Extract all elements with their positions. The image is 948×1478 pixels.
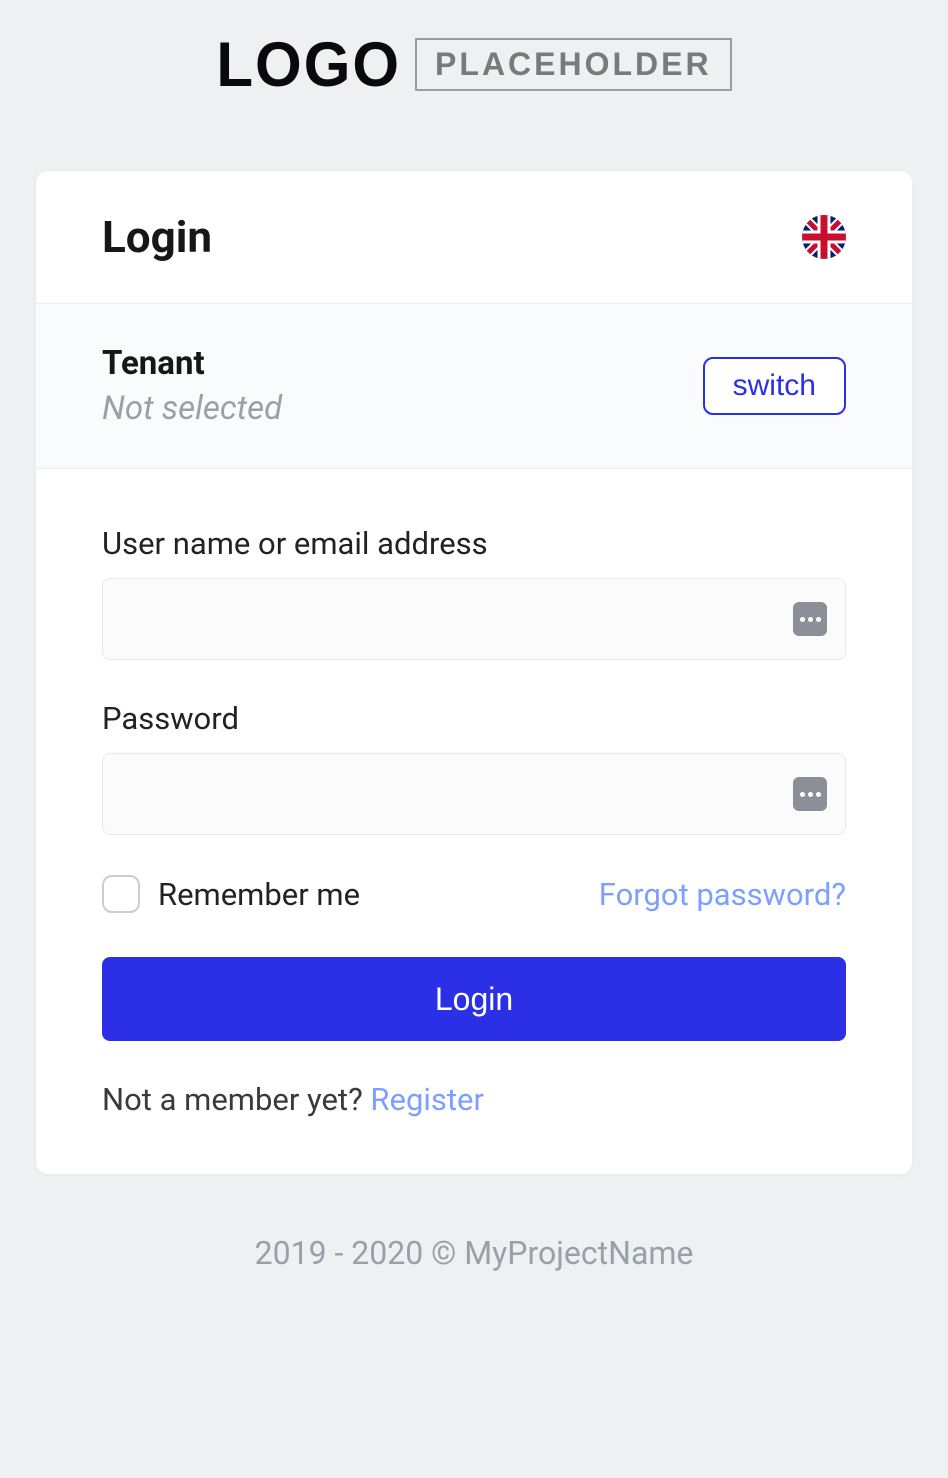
- remember-me-checkbox[interactable]: [102, 875, 140, 913]
- register-link[interactable]: Register: [370, 1081, 484, 1118]
- tenant-section: Tenant Not selected switch: [36, 304, 912, 469]
- login-card: Login Tenant Not selected switch: [36, 171, 912, 1174]
- logo: LOGO PLACEHOLDER: [36, 28, 912, 119]
- username-input[interactable]: [103, 579, 845, 659]
- card-header: Login: [36, 171, 912, 304]
- forgot-password-link[interactable]: Forgot password?: [599, 876, 846, 913]
- switch-tenant-button[interactable]: switch: [703, 357, 846, 415]
- login-form: User name or email address Password: [36, 469, 912, 1174]
- not-member-text: Not a member yet?: [102, 1081, 370, 1118]
- footer-text: 2019 - 2020 © MyProjectName: [36, 1234, 912, 1272]
- logo-sub-text: PLACEHOLDER: [415, 38, 732, 91]
- page-title: Login: [102, 211, 212, 263]
- password-input-wrap: [102, 753, 846, 835]
- login-button[interactable]: Login: [102, 957, 846, 1041]
- autofill-icon[interactable]: [793, 602, 827, 636]
- logo-main-text: LOGO: [216, 28, 401, 100]
- password-label: Password: [102, 700, 846, 737]
- password-input[interactable]: [103, 754, 845, 834]
- username-input-wrap: [102, 578, 846, 660]
- register-prompt: Not a member yet? Register: [102, 1081, 846, 1118]
- tenant-value: Not selected: [102, 389, 282, 428]
- remember-me-label: Remember me: [158, 876, 360, 913]
- language-flag-icon[interactable]: [802, 215, 846, 259]
- autofill-icon[interactable]: [793, 777, 827, 811]
- tenant-label: Tenant: [102, 344, 282, 383]
- username-label: User name or email address: [102, 525, 846, 562]
- remember-me-toggle[interactable]: Remember me: [102, 875, 360, 913]
